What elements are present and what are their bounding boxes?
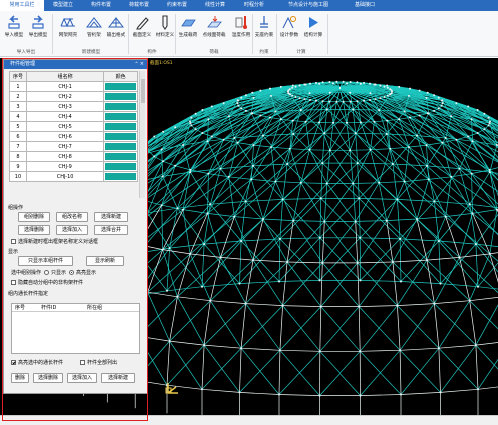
highlight-frame — [2, 58, 148, 421]
triangle-mesh-icon — [108, 17, 124, 28]
tab-time-history[interactable]: 时程分析 — [234, 0, 274, 11]
group-new-model: 新建模型 — [81, 50, 101, 55]
ribbon-tab-bar: 常用工具栏 模型建立 构件布置 荷载布置 约束布置 线性计算 时程分析 节点设计… — [0, 0, 498, 11]
group-calc: 计算 — [296, 50, 306, 55]
pipe-truss-icon — [86, 17, 102, 28]
tab-node-design[interactable]: 节点设计与施工图 — [274, 0, 342, 11]
axis-triad-icon — [165, 383, 178, 394]
import-model-button[interactable]: 导入模型 — [3, 13, 25, 47]
support-constraint-button[interactable]: 支座约束 — [253, 13, 275, 47]
group-members: 构件 — [147, 50, 157, 55]
import-arrow-icon — [8, 15, 20, 29]
tab-foundation[interactable]: 基础接口 — [342, 0, 388, 11]
point-load-icon — [207, 16, 222, 28]
support-icon — [260, 16, 268, 28]
play-icon — [309, 17, 318, 28]
design-params-icon — [282, 16, 296, 29]
section-define-button[interactable]: 截面定义 — [131, 13, 153, 47]
thermometer-icon — [235, 16, 247, 29]
point-line-load-button[interactable]: 点线面荷载 — [201, 13, 227, 47]
tab-constraints[interactable]: 约束布置 — [158, 0, 196, 11]
tab-linear-calc[interactable]: 线性计算 — [196, 0, 234, 11]
material-pen-icon — [162, 15, 168, 30]
ribbon: 导入模型 导出模型 网架网壳 管桁架 输出格式 截面定义 材料定义 生成载荷 点… — [0, 11, 498, 57]
tab-members[interactable]: 构件布置 — [82, 0, 120, 11]
space-truss-button[interactable]: 网架网壳 — [55, 13, 81, 47]
material-define-button[interactable]: 材料定义 — [153, 13, 177, 47]
pencil-icon — [136, 17, 149, 30]
generate-load-button[interactable]: 生成载荷 — [176, 13, 200, 47]
group-divider — [327, 14, 328, 54]
tab-model[interactable]: 模型建立 — [44, 0, 82, 11]
export-arrow-icon — [32, 15, 44, 29]
group-divider — [276, 14, 277, 54]
group-constraints: 约束 — [259, 50, 269, 55]
group-divider — [52, 14, 53, 54]
load-plate-icon — [181, 19, 196, 27]
group-divider — [175, 14, 176, 54]
output-format-button[interactable]: 输出格式 — [105, 13, 127, 47]
tab-common-tools[interactable]: 常用工具栏 — [0, 0, 44, 11]
app-window: { "tabs":["常用工具栏","模型建立","构件布置","荷载布置","… — [0, 0, 498, 425]
export-model-button[interactable]: 导出模型 — [27, 13, 49, 47]
tab-loads[interactable]: 荷载布置 — [120, 0, 158, 11]
design-params-button[interactable]: 设计参数 — [277, 13, 301, 47]
pipe-truss-button[interactable]: 管桁架 — [83, 13, 105, 47]
group-import-export: 导入导出 — [16, 50, 36, 55]
group-loads: 荷载 — [209, 50, 219, 55]
structure-calc-button[interactable]: 结构计算 — [301, 13, 325, 47]
temperature-button[interactable]: 温度作用 — [229, 13, 253, 47]
group-divider — [252, 14, 253, 54]
truss-grid-icon — [60, 17, 75, 28]
group-divider — [128, 14, 129, 54]
